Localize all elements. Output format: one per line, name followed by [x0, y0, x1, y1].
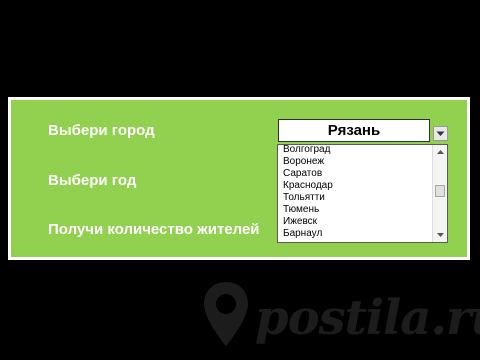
- arrow-down-icon: [436, 233, 444, 237]
- dropdown-items: Волгоград Воронеж Саратов Краснодар Толь…: [278, 145, 432, 240]
- list-item[interactable]: Ижевск: [278, 216, 432, 228]
- list-item[interactable]: Саратов: [278, 168, 432, 180]
- scroll-up-button[interactable]: [433, 146, 447, 158]
- form-area: Выбери город Выбери год Получи количеств…: [11, 100, 467, 257]
- list-item[interactable]: Волгоград: [278, 145, 432, 156]
- city-dropdown-list[interactable]: Волгоград Воронеж Саратов Краснодар Толь…: [277, 144, 448, 243]
- chevron-down-icon: [436, 131, 445, 136]
- list-item[interactable]: Барнаул: [278, 228, 432, 240]
- dropdown-button[interactable]: [433, 126, 448, 141]
- city-label: Выбери город: [48, 122, 155, 139]
- list-item[interactable]: Тюмень: [278, 204, 432, 216]
- year-label: Выбери год: [48, 172, 137, 189]
- list-item[interactable]: Краснодар: [278, 180, 432, 192]
- form-panel: Выбери город Выбери год Получи количеств…: [8, 97, 470, 260]
- city-select-cell[interactable]: Рязань: [278, 119, 430, 142]
- pin-logo-icon: [204, 282, 248, 346]
- list-item[interactable]: Воронеж: [278, 156, 432, 168]
- scroll-down-button[interactable]: [433, 229, 447, 241]
- dropdown-scrollbar[interactable]: [432, 145, 447, 242]
- population-label: Получи количество жителей: [48, 221, 260, 238]
- arrow-up-icon: [436, 150, 444, 154]
- scroll-thumb[interactable]: [435, 184, 445, 197]
- watermark: postila.ru: [255, 290, 480, 346]
- list-item[interactable]: Тольятти: [278, 192, 432, 204]
